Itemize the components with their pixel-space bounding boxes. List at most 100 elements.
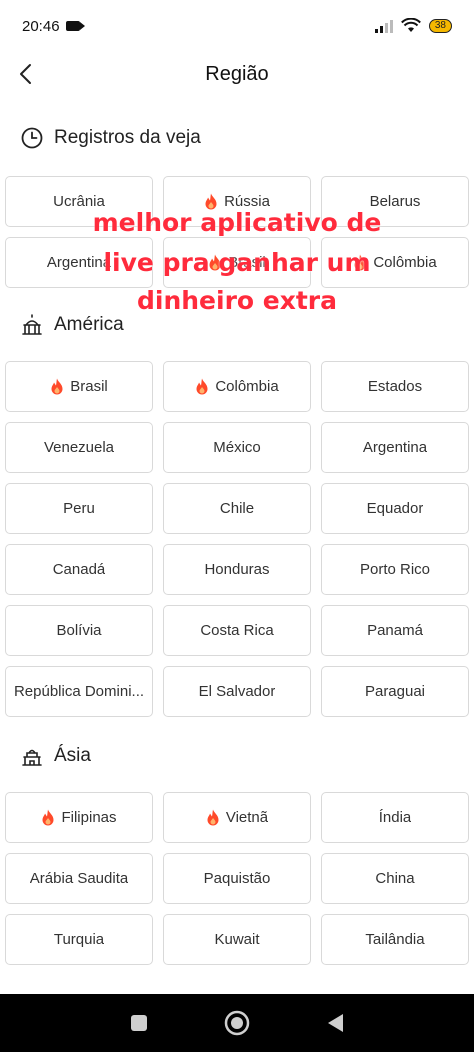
region-chip[interactable]: Ucrânia — [5, 176, 153, 227]
region-chip-label: Brasil — [228, 254, 266, 271]
region-chip[interactable]: Paquistão — [163, 853, 311, 904]
section-asia-title: Ásia — [20, 744, 91, 768]
region-chip-label: Costa Rica — [200, 622, 274, 639]
region-chip[interactable]: Argentina — [5, 237, 153, 288]
region-chip-label: Turquia — [53, 931, 105, 948]
region-chip[interactable]: Porto Rico — [321, 544, 469, 595]
region-chip-label: Paquistão — [203, 870, 271, 887]
region-chip-label: Colômbia — [373, 254, 437, 271]
section-asia-label: Ásia — [54, 745, 91, 766]
region-chip-label: Estados — [367, 378, 423, 395]
region-chip[interactable]: Índia — [321, 792, 469, 843]
fire-icon — [196, 378, 208, 395]
region-chip[interactable]: Kuwait — [163, 914, 311, 965]
clock-icon — [21, 127, 43, 149]
region-chip[interactable]: Rússia — [163, 176, 311, 227]
region-chip-label: China — [375, 870, 415, 887]
region-chip[interactable]: Paraguai — [321, 666, 469, 717]
temple-icon — [22, 749, 42, 766]
overlay-text-line-3: dinheiro extra — [136, 286, 338, 315]
region-chip-label: Belarus — [369, 193, 421, 210]
triangle-back-icon — [328, 1014, 343, 1032]
region-chip-label: Canadá — [52, 561, 106, 578]
region-chip-label: Equador — [366, 500, 424, 517]
section-america-title: América — [20, 313, 124, 337]
region-chip-label: Arábia Saudita — [29, 870, 129, 887]
region-chip[interactable]: México — [163, 422, 311, 473]
back-button[interactable] — [322, 1010, 348, 1036]
screen-record-icon — [65, 21, 85, 31]
region-chip-label: Peru — [63, 500, 95, 517]
region-chip-label: Ucrânia — [53, 193, 105, 210]
region-chip-label: Porto Rico — [359, 561, 431, 578]
region-chip-label: Brasil — [70, 378, 108, 395]
region-chip[interactable]: Honduras — [163, 544, 311, 595]
region-chip[interactable]: Colômbia — [321, 237, 469, 288]
region-chip[interactable]: Brasil — [163, 237, 311, 288]
region-chip[interactable]: Tailândia — [321, 914, 469, 965]
status-bar: 20:46 38 — [0, 0, 474, 52]
region-chip-label: Bolívia — [56, 622, 102, 639]
fire-icon — [205, 193, 217, 210]
region-chip[interactable]: Colômbia — [163, 361, 311, 412]
region-chip[interactable]: Costa Rica — [163, 605, 311, 656]
square-icon — [131, 1015, 147, 1031]
recent-region-grid: Ucrânia Rússia Belarus Argentina Brasil Colôm… — [5, 176, 470, 288]
region-chip[interactable]: Peru — [5, 483, 153, 534]
region-chip[interactable]: Belarus — [321, 176, 469, 227]
region-chip-label: Argentina — [362, 439, 428, 456]
fire-icon — [209, 254, 221, 271]
capitol-building-icon — [22, 314, 42, 335]
section-america-label: América — [54, 314, 124, 335]
region-chip[interactable]: El Salvador — [163, 666, 311, 717]
wifi-icon — [400, 18, 421, 32]
fire-icon — [42, 809, 54, 826]
region-chip[interactable]: Panamá — [321, 605, 469, 656]
region-chip[interactable]: Chile — [163, 483, 311, 534]
region-chip-label: Paraguai — [364, 683, 426, 700]
status-time: 20:46 — [22, 17, 60, 35]
region-chip[interactable]: Estados — [321, 361, 469, 412]
region-chip-label: Venezuela — [43, 439, 115, 456]
region-chip[interactable]: Vietnã — [163, 792, 311, 843]
region-chip[interactable]: República Domini... — [5, 666, 153, 717]
region-chip-label: Vietnã — [225, 809, 269, 826]
america-region-grid: Brasil Colômbia Estados Venezuela México Arge… — [5, 361, 470, 717]
region-chip-label: Chile — [219, 500, 255, 517]
region-chip-label: República Domini... — [13, 683, 145, 700]
region-chip-label: Argentina — [46, 254, 112, 271]
region-chip[interactable]: China — [321, 853, 469, 904]
region-chip-label: Kuwait — [214, 931, 260, 948]
fire-icon — [207, 809, 219, 826]
region-chip[interactable]: Venezuela — [5, 422, 153, 473]
page-title: Região — [205, 63, 269, 85]
system-nav-bar — [0, 994, 474, 1052]
region-chip[interactable]: Turquia — [5, 914, 153, 965]
asia-region-grid: Filipinas Vietnã Índia Arábia Saudita Paquis… — [5, 792, 470, 965]
region-chip-label: Honduras — [204, 561, 270, 578]
region-chip-label: Colômbia — [215, 378, 279, 395]
recents-button[interactable] — [126, 1010, 152, 1036]
region-chip[interactable]: Canadá — [5, 544, 153, 595]
region-chip[interactable]: Filipinas — [5, 792, 153, 843]
region-chip[interactable]: Arábia Saudita — [5, 853, 153, 904]
region-chip[interactable]: Argentina — [321, 422, 469, 473]
battery-icon: 38 — [428, 19, 452, 33]
region-chip[interactable]: Equador — [321, 483, 469, 534]
region-chip-label: El Salvador — [198, 683, 276, 700]
region-chip-label: México — [213, 439, 261, 456]
region-chip-label: Tailândia — [365, 931, 425, 948]
fire-icon — [51, 378, 63, 395]
signal-icon — [374, 19, 393, 33]
fire-icon — [354, 254, 366, 271]
region-chip[interactable]: Brasil — [5, 361, 153, 412]
home-button[interactable] — [224, 1010, 250, 1036]
region-chip-label: Filipinas — [61, 809, 117, 826]
region-chip[interactable]: Bolívia — [5, 605, 153, 656]
circle-icon — [224, 1010, 250, 1036]
region-chip-label: Rússia — [224, 193, 270, 210]
region-chip-label: Índia — [378, 809, 412, 826]
section-recent-label: Registros da veja — [54, 127, 201, 148]
section-recent-title: Registros da veja — [20, 126, 201, 150]
header: Região — [0, 52, 474, 96]
